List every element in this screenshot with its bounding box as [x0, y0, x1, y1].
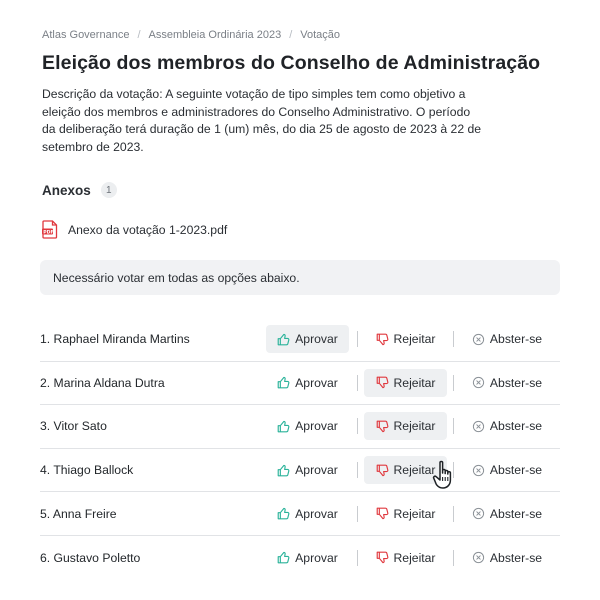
vote-row: 4. Thiago Ballock Aprovar Rejeitar Abste…	[40, 449, 560, 493]
vote-list: 1. Raphael Miranda Martins Aprovar Rejei…	[40, 318, 560, 580]
breadcrumb-separator: /	[137, 29, 141, 41]
option-divider	[357, 549, 358, 566]
vote-row: 1. Raphael Miranda Martins Aprovar Rejei…	[40, 318, 560, 362]
abstain-button[interactable]: Abster-se	[464, 500, 550, 528]
candidate-name: 1. Raphael Miranda Martins	[40, 332, 190, 347]
abstain-button[interactable]: Abster-se	[464, 456, 550, 484]
approve-label: Aprovar	[295, 550, 338, 565]
candidate-name: 6. Gustavo Poletto	[40, 550, 141, 565]
circle-x-icon	[472, 551, 485, 564]
option-divider	[357, 331, 358, 348]
vote-notice: Necessário votar em todas as opções abai…	[40, 260, 560, 295]
abstain-label: Abster-se	[489, 506, 543, 521]
approve-button[interactable]: Aprovar	[266, 412, 349, 440]
abstain-button[interactable]: Abster-se	[464, 544, 550, 572]
thumbs-down-icon	[376, 551, 389, 564]
reject-label: Rejeitar	[393, 463, 436, 478]
option-divider	[453, 462, 454, 479]
option-divider	[357, 462, 358, 479]
annexes-count-badge: 1	[100, 182, 117, 198]
circle-x-icon	[472, 507, 485, 520]
thumbs-down-icon	[376, 507, 389, 520]
breadcrumb-item-current: Votação	[300, 29, 341, 41]
approve-label: Aprovar	[295, 419, 338, 434]
reject-label: Rejeitar	[393, 375, 436, 390]
annexes-label: Anexos	[42, 182, 91, 198]
candidate-name: 2. Marina Aldana Dutra	[40, 375, 165, 390]
reject-label: Rejeitar	[393, 550, 436, 565]
approve-label: Aprovar	[295, 506, 338, 521]
candidate-name: 3. Vitor Sato	[40, 419, 107, 434]
abstain-button[interactable]: Abster-se	[464, 412, 550, 440]
vote-row: 5. Anna Freire Aprovar Rejeitar Abster-s…	[40, 492, 560, 536]
vote-row: 2. Marina Aldana Dutra Aprovar Rejeitar …	[40, 362, 560, 406]
reject-button[interactable]: Rejeitar	[364, 325, 447, 353]
pdf-file-icon: PDF	[42, 220, 58, 239]
annex-file-link[interactable]: PDF Anexo da votação 1-2023.pdf	[42, 220, 227, 239]
option-divider	[453, 549, 454, 566]
circle-x-icon	[472, 420, 485, 433]
approve-label: Aprovar	[295, 463, 338, 478]
approve-button[interactable]: Aprovar	[266, 369, 349, 397]
approve-label: Aprovar	[295, 375, 338, 390]
circle-x-icon	[472, 376, 485, 389]
annexes-header: Anexos 1	[42, 182, 117, 198]
annex-file-name: Anexo da votação 1-2023.pdf	[68, 222, 228, 237]
reject-label: Rejeitar	[393, 332, 436, 347]
reject-button[interactable]: Rejeitar	[364, 456, 447, 485]
abstain-label: Abster-se	[489, 332, 543, 347]
thumbs-down-icon	[376, 376, 389, 389]
circle-x-icon	[472, 464, 485, 477]
thumbs-up-icon	[277, 551, 290, 564]
page-title: Eleição dos membros do Conselho de Admin…	[42, 52, 541, 74]
thumbs-up-icon	[277, 376, 290, 389]
breadcrumb-item-organization[interactable]: Atlas Governance	[42, 29, 129, 41]
reject-button[interactable]: Rejeitar	[364, 544, 447, 572]
reject-button[interactable]: Rejeitar	[364, 500, 447, 528]
abstain-label: Abster-se	[489, 419, 543, 434]
abstain-button[interactable]: Abster-se	[464, 369, 550, 397]
approve-button[interactable]: Aprovar	[266, 456, 349, 484]
circle-x-icon	[472, 333, 485, 346]
approve-button[interactable]: Aprovar	[266, 500, 349, 528]
reject-button[interactable]: Rejeitar	[364, 368, 447, 397]
reject-button[interactable]: Rejeitar	[364, 412, 447, 441]
abstain-label: Abster-se	[489, 463, 543, 478]
approve-button[interactable]: Aprovar	[266, 544, 349, 572]
abstain-label: Abster-se	[489, 375, 543, 390]
candidate-name: 4. Thiago Ballock	[40, 463, 134, 478]
thumbs-up-icon	[277, 420, 290, 433]
vote-description: Descrição da votação: A seguinte votação…	[42, 87, 482, 154]
breadcrumb: Atlas Governance / Assembleia Ordinária …	[42, 29, 340, 41]
option-divider	[453, 374, 454, 391]
abstain-label: Abster-se	[489, 550, 543, 565]
option-divider	[453, 505, 454, 522]
option-divider	[453, 418, 454, 435]
thumbs-up-icon	[277, 507, 290, 520]
reject-label: Rejeitar	[393, 419, 436, 434]
vote-row: 6. Gustavo Poletto Aprovar Rejeitar Abst…	[40, 536, 560, 580]
approve-label: Aprovar	[295, 332, 338, 347]
approve-button[interactable]: Aprovar	[266, 325, 349, 354]
vote-row: 3. Vitor Sato Aprovar Rejeitar Abster-se	[40, 405, 560, 449]
thumbs-up-icon	[277, 464, 290, 477]
thumbs-down-icon	[376, 420, 389, 433]
thumbs-up-icon	[277, 333, 290, 346]
thumbs-down-icon	[376, 464, 389, 477]
abstain-button[interactable]: Abster-se	[464, 325, 550, 353]
option-divider	[357, 374, 358, 391]
candidate-name: 5. Anna Freire	[40, 506, 117, 521]
option-divider	[453, 331, 454, 348]
svg-text:PDF: PDF	[43, 229, 53, 235]
breadcrumb-item-assembly[interactable]: Assembleia Ordinária 2023	[149, 29, 282, 41]
thumbs-down-icon	[376, 333, 389, 346]
option-divider	[357, 418, 358, 435]
breadcrumb-separator: /	[289, 29, 293, 41]
option-divider	[357, 505, 358, 522]
reject-label: Rejeitar	[393, 506, 436, 521]
